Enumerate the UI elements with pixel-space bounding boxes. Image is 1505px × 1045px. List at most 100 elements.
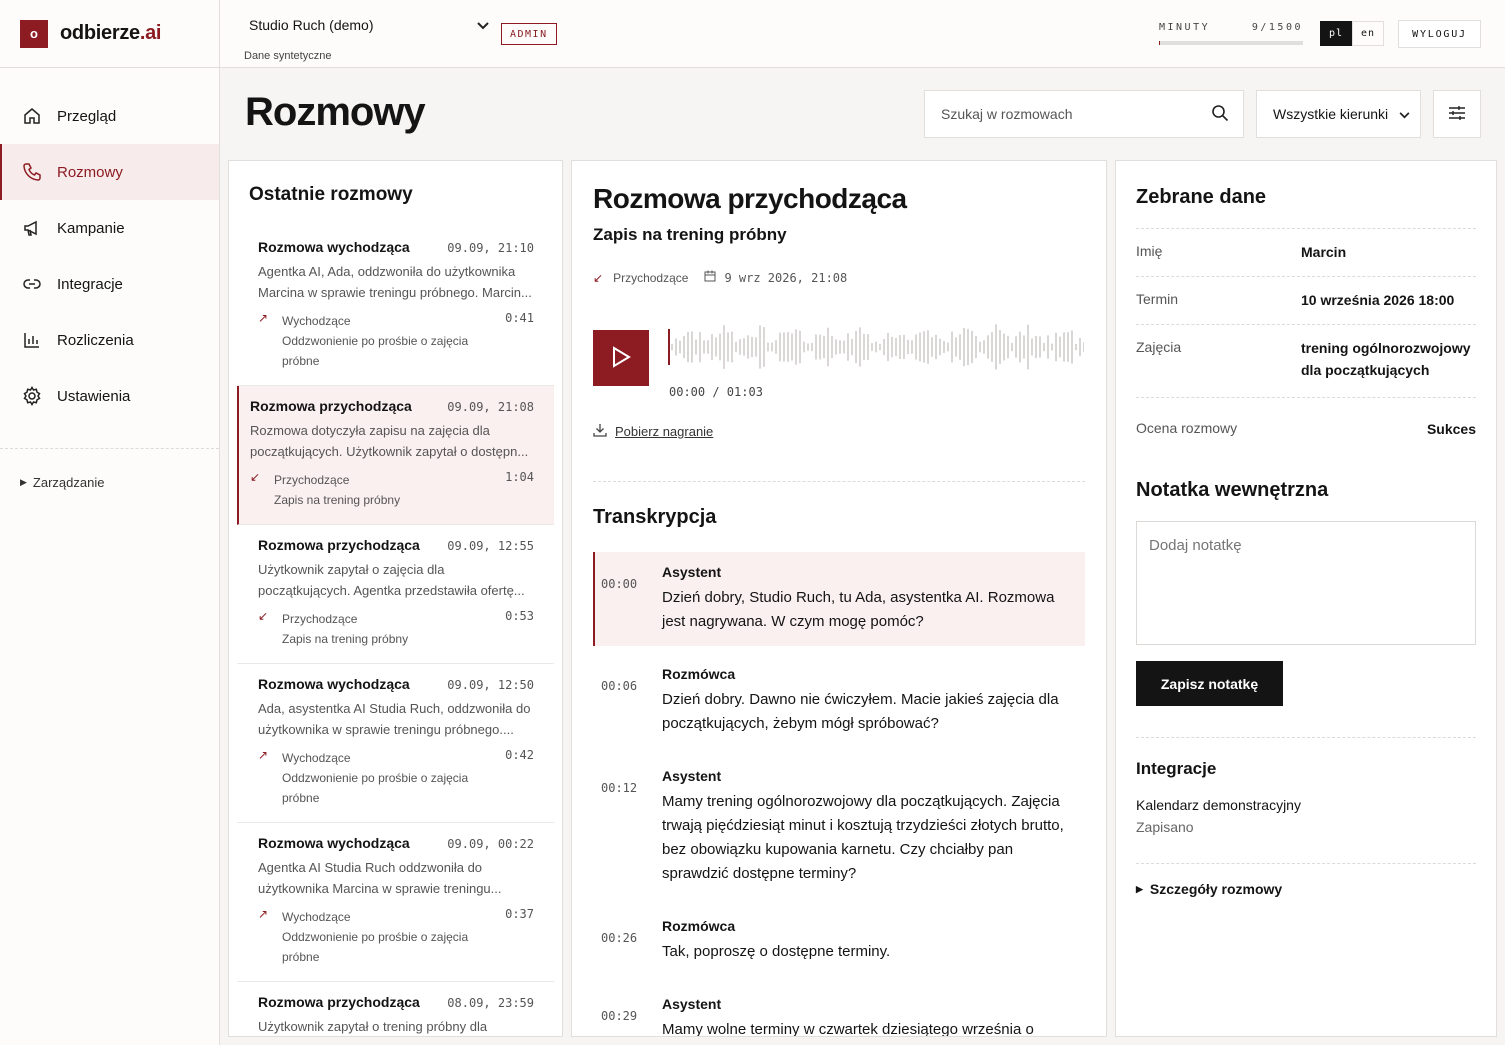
logo-text: odbierze.ai [60,22,161,45]
call-item-time: 09.09, 12:55 [447,539,534,553]
filter-settings-button[interactable] [1433,90,1481,138]
segment-body: Asystent Dzień dobry, Studio Ruch, tu Ad… [662,564,1073,634]
call-item-title: Rozmowa wychodząca [258,835,410,851]
sidebar-item-przeglad[interactable]: Przegląd [0,88,219,144]
transcript-segment[interactable]: 00:06 Rozmówca Dzień dobry. Dawno nie ćw… [593,654,1085,748]
logo[interactable]: o odbierze.ai [0,0,219,68]
field-row: Ocena rozmowy Sukces [1136,397,1476,452]
transcript-segment[interactable]: 00:26 Rozmówca Tak, poproszę o dostępne … [593,906,1085,976]
segment-body: Asystent Mamy wolne terminy w czwartek d… [662,996,1073,1036]
call-list-item[interactable]: Rozmowa wychodząca 09.09, 12:50 Ada, asy… [237,664,554,823]
call-item-reason: Oddzwonienie po prośbie o zajęcia próbne [282,771,469,805]
call-item-title: Rozmowa przychodząca [258,994,420,1010]
manage-toggle[interactable]: ▶ Zarządzanie [0,449,219,490]
sidebar-item-rozliczenia[interactable]: Rozliczenia [0,312,219,368]
transcript-segment[interactable]: 00:00 Asystent Dzień dobry, Studio Ruch,… [593,552,1085,646]
sidebar-item-rozmowy[interactable]: Rozmowy [0,144,219,200]
call-item-summary: Agentka AI Studia Ruch oddzwoniła do uży… [258,860,502,896]
field-label: Ocena rozmowy [1136,420,1238,436]
download-label: Pobierz nagranie [615,424,714,439]
divider [1136,863,1476,864]
segment-speaker: Asystent [662,768,722,784]
divider [593,481,1085,482]
call-item-footer: ↙ Przychodzące Zapis na trening próbny 0… [258,609,534,649]
call-item-time: 09.09, 21:10 [447,241,534,255]
lang-en-button[interactable]: en [1352,21,1384,46]
field-value: 10 września 2026 18:00 [1301,292,1455,308]
call-item-head: Rozmowa przychodząca 09.09, 12:55 [258,537,534,553]
segment-speaker: Rozmówca [662,666,736,682]
call-details-toggle[interactable]: ▶ Szczegóły rozmowy [1136,881,1282,897]
sidebar-item-label: Kampanie [57,219,125,237]
download-icon [593,423,607,440]
call-list-item[interactable]: Rozmowa przychodząca 08.09, 23:59 Użytko… [237,982,554,1036]
call-list-item[interactable]: Rozmowa wychodząca 09.09, 00:22 Agentka … [237,823,554,982]
call-item-head: Rozmowa wychodząca 09.09, 00:22 [258,835,534,851]
home-icon [22,106,42,126]
call-item-direction: Przychodzące [274,473,350,487]
call-list: Rozmowa wychodząca 09.09, 21:10 Agentka … [229,227,562,1036]
play-button[interactable] [593,330,649,386]
field-row: Termin 10 września 2026 18:00 [1136,276,1476,324]
call-item-reason: Oddzwonienie po prośbie o zajęcia próbne [282,334,469,368]
call-item-time: 08.09, 23:59 [447,996,534,1010]
phone-icon [22,162,42,182]
transcript-segment[interactable]: 00:29 Asystent Mamy wolne terminy w czwa… [593,984,1085,1036]
arrow-outgoing-icon: ↗ [258,907,269,921]
sidebar-item-label: Rozmowy [57,163,123,181]
call-item-direction: Przychodzące [282,612,358,626]
nav: Przegląd Rozmowy Kampanie Integracje Roz… [0,68,219,424]
direction-filter-value: Wszystkie kierunki [1273,106,1389,122]
field-value: Marcin [1301,244,1347,260]
logout-button[interactable]: WYLOGUJ [1398,20,1481,48]
sidebar-item-ustawienia[interactable]: Ustawienia [0,368,219,424]
call-item-reason: Oddzwonienie po prośbie o zajęcia próbne [282,930,469,964]
search-input[interactable]: Szukaj w rozmowach [924,90,1244,138]
admin-badge: ADMIN [501,23,557,45]
collected-data-panel: Zebrane dane Imię Marcin Termin 10 wrześni… [1115,160,1497,1037]
segment-time: 00:06 [601,679,638,693]
minutes-label: MINUTY [1159,22,1211,33]
call-item-time: 09.09, 21:08 [447,400,534,414]
sidebar-item-kampanie[interactable]: Kampanie [0,200,219,256]
call-item-footer: ↙ Przychodzące Zapis na trening próbny 1… [250,470,534,510]
lang-pl-button[interactable]: pl [1320,21,1352,46]
play-icon [611,345,631,371]
call-list-item[interactable]: Rozmowa przychodząca 09.09, 21:08 Rozmow… [237,386,554,525]
arrow-incoming-icon: ↙ [593,270,604,285]
call-item-title: Rozmowa przychodząca [258,537,420,553]
transcript-segment[interactable]: 00:12 Asystent Mamy trening ogólnorozwoj… [593,756,1085,898]
gear-icon [22,386,42,406]
call-item-meta: Przychodzące Zapis na trening próbny [282,609,505,649]
call-detail-panel: Rozmowa przychodząca Zapis na trening pr… [571,160,1107,1037]
call-item-meta: Przychodzące Zapis na trening próbny [274,470,505,510]
search-icon [1211,104,1229,125]
save-note-button[interactable]: Zapisz notatkę [1136,661,1283,706]
link-icon [22,274,42,294]
call-list-item[interactable]: Rozmowa wychodząca 09.09, 21:10 Agentka … [237,227,554,386]
call-item-direction: Wychodzące [282,910,351,924]
segment-body: Rozmówca Tak, poproszę o dostępne termin… [662,918,1073,964]
call-item-summary: Agentka AI, Ada, oddzwoniła do użytkowni… [258,264,532,300]
call-item-title: Rozmowa wychodząca [258,676,410,692]
segment-time: 00:29 [601,1009,638,1023]
direction-filter-select[interactable]: Wszystkie kierunki [1256,90,1421,138]
integration-name: Kalendarz demonstracyjny [1136,797,1301,813]
segment-body: Rozmówca Dzień dobry. Dawno nie ćwiczyłe… [662,666,1073,736]
call-item-summary: Rozmowa dotyczyła zapisu na zajęcia dla … [250,423,529,459]
call-detail-subtitle: Zapis na trening próbny [593,225,787,244]
studio-select[interactable]: Studio Ruch (demo) [249,14,489,36]
arrow-incoming-icon: ↙ [258,609,269,623]
manage-label: Zarządzanie [32,475,105,490]
sliders-icon [1448,104,1466,125]
divider [1136,737,1476,738]
download-recording-link[interactable]: Pobierz nagranie [593,423,713,440]
internal-note-input[interactable] [1136,521,1476,645]
audio-waveform[interactable] [668,319,1084,375]
call-list-item[interactable]: Rozmowa przychodząca 09.09, 12:55 Użytko… [237,525,554,664]
sidebar-item-integracje[interactable]: Integracje [0,256,219,312]
brand-suffix: .ai [139,22,162,44]
call-item-summary: Użytkownik zapytał o trening próbny dla [258,1019,488,1034]
segment-time: 00:26 [601,931,638,945]
call-item-head: Rozmowa wychodząca 09.09, 12:50 [258,676,534,692]
